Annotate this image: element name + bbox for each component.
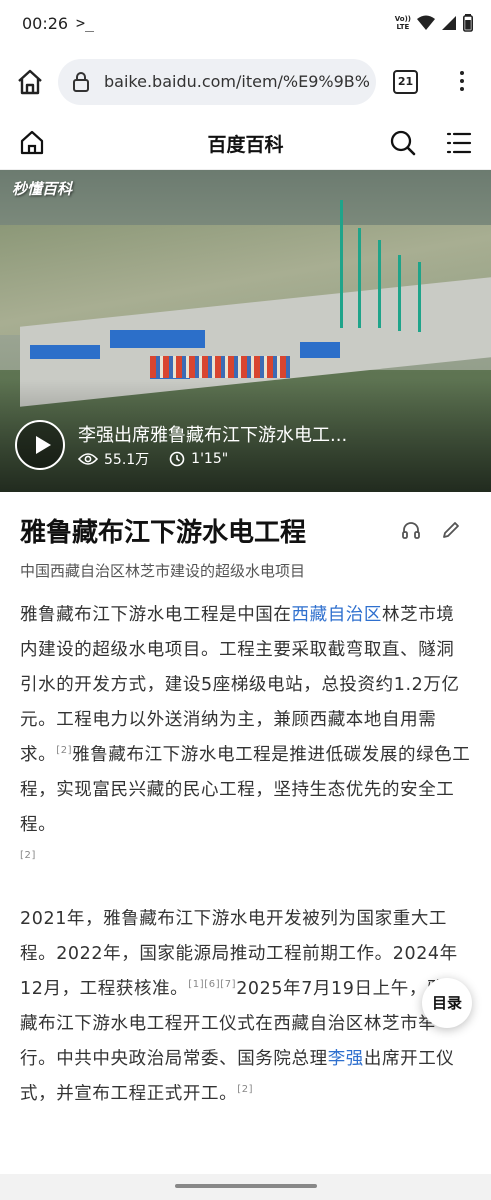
article-subtitle: 中国西藏自治区林芝市建设的超级水电项目 bbox=[20, 562, 306, 580]
citation[interactable]: [1][6][7] bbox=[188, 979, 236, 990]
drilling-rig bbox=[340, 200, 343, 328]
video-player[interactable]: 秒懂百科 李强出席雅鲁藏布江下游水电工... 55.1万 1'15" bbox=[0, 170, 491, 492]
lock-icon[interactable] bbox=[72, 71, 90, 93]
volte-icon: Vo)) LTE bbox=[394, 15, 411, 31]
search-icon[interactable] bbox=[389, 129, 417, 157]
drilling-rig bbox=[358, 228, 361, 328]
citation[interactable]: [2] bbox=[237, 1084, 253, 1095]
terminal-icon: >_ bbox=[76, 14, 95, 32]
browser-toolbar: baike.baidu.com/item/%E9%9B% 21 bbox=[0, 48, 491, 116]
headphones-icon[interactable] bbox=[401, 520, 421, 540]
clock: 00:26 bbox=[22, 14, 69, 33]
battery-icon bbox=[463, 14, 473, 32]
table-of-contents-button[interactable]: 目录 bbox=[422, 978, 472, 1028]
url-text[interactable]: baike.baidu.com/item/%E9%9B% bbox=[104, 72, 370, 91]
catalog-menu-icon[interactable] bbox=[446, 131, 472, 155]
video-watermark: 秒懂百科 bbox=[12, 180, 73, 198]
site-title: 百度百科 bbox=[207, 134, 284, 156]
ceremony-crowd bbox=[150, 356, 290, 378]
play-button[interactable] bbox=[15, 420, 65, 470]
citation[interactable]: [2] bbox=[20, 850, 36, 861]
container-block bbox=[110, 330, 205, 348]
browser-home-icon[interactable] bbox=[16, 68, 44, 96]
drilling-rig bbox=[378, 240, 381, 328]
history-paragraph: 2021年，雅鲁藏布江下游水电开发被列为国家重大工程。2022年，国家能源局推动… bbox=[20, 909, 464, 1104]
address-bar[interactable]: baike.baidu.com/item/%E9%9B% bbox=[58, 59, 376, 105]
view-count: 55.1万 bbox=[104, 452, 150, 468]
drilling-rig bbox=[398, 255, 401, 331]
video-meta: 55.1万 1'15" bbox=[78, 449, 228, 469]
drilling-rig bbox=[418, 262, 421, 332]
signal-icon bbox=[442, 16, 456, 30]
tab-switcher-button[interactable]: 21 bbox=[393, 70, 418, 94]
status-bar: 00:26 >_ Vo)) LTE bbox=[0, 0, 491, 48]
duration-group: 1'15" bbox=[169, 451, 228, 467]
clock-icon bbox=[169, 451, 185, 467]
views-eye-icon bbox=[78, 453, 98, 465]
link-tibet[interactable]: 西藏自治区 bbox=[292, 605, 383, 625]
title-tools bbox=[401, 520, 461, 540]
video-title[interactable]: 李强出席雅鲁藏布江下游水电工... bbox=[78, 421, 347, 447]
summary-paragraph: 雅鲁藏布江下游水电工程是中国在西藏自治区林芝市境内建设的超级水电项目。工程主要采… bbox=[20, 605, 471, 862]
article-title: 雅鲁藏布江下游水电工程 bbox=[20, 518, 307, 548]
video-duration: 1'15" bbox=[191, 451, 229, 467]
gesture-bar bbox=[0, 1174, 491, 1200]
citation[interactable]: [2] bbox=[56, 745, 72, 756]
container-block bbox=[30, 345, 100, 359]
container-block bbox=[300, 342, 340, 358]
wifi-icon bbox=[417, 15, 435, 30]
home-indicator[interactable] bbox=[175, 1184, 317, 1188]
system-icons: Vo)) LTE bbox=[395, 14, 473, 32]
edit-pencil-icon[interactable] bbox=[441, 520, 461, 540]
article: 雅鲁藏布江下游水电工程 中国西藏自治区林芝市建设的超级水电项目 雅鲁藏布江下游水… bbox=[0, 492, 491, 1174]
site-header: 百度百科 bbox=[0, 116, 491, 170]
browser-menu-icon[interactable] bbox=[452, 68, 472, 96]
link-li-qiang[interactable]: 李强 bbox=[328, 1049, 364, 1069]
